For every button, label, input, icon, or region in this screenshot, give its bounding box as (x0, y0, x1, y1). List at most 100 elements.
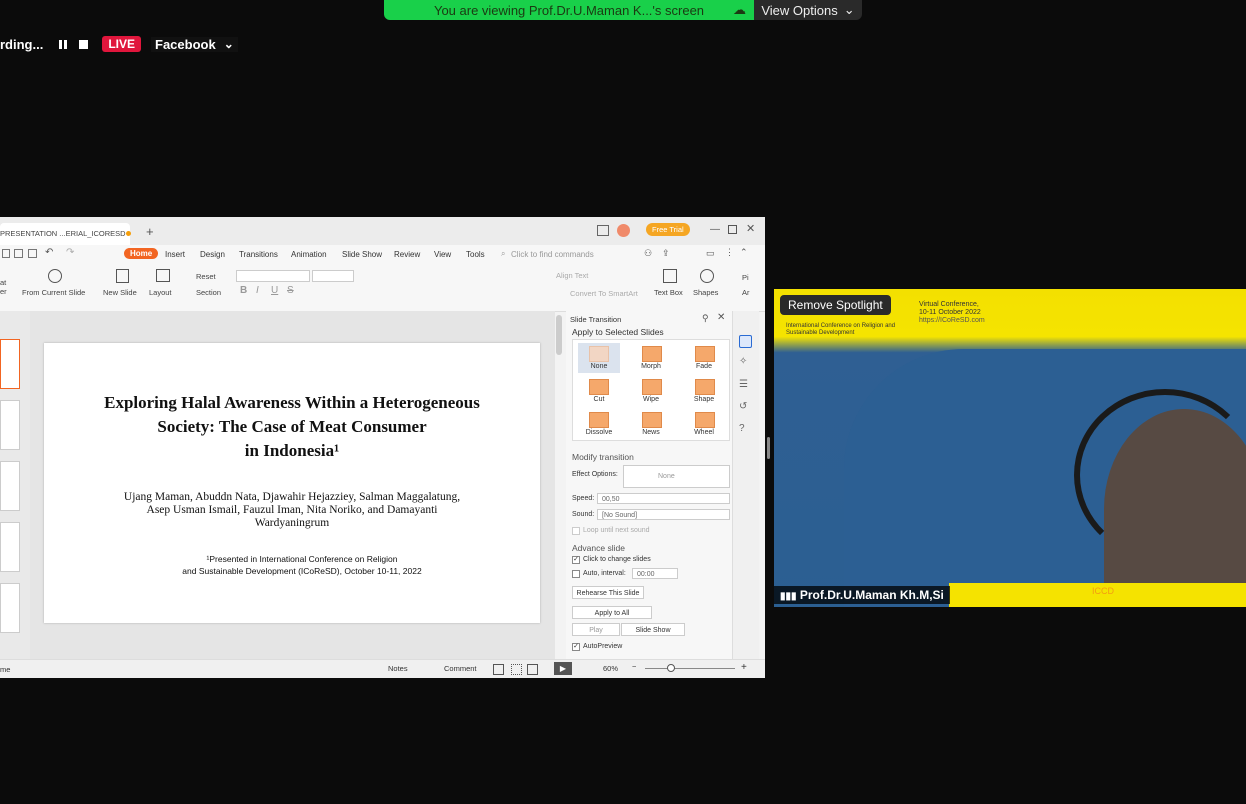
zoom-level[interactable]: 60% (603, 664, 618, 673)
play-slideshow-icon[interactable]: ▶ (554, 662, 572, 675)
reset-button[interactable]: Reset (196, 272, 216, 281)
pause-icon[interactable] (59, 39, 68, 49)
transition-wipe-tile[interactable] (642, 379, 662, 395)
text-box-icon[interactable] (663, 269, 677, 283)
new-tab-icon[interactable]: + (146, 224, 154, 239)
tab-home[interactable]: Home (124, 248, 159, 259)
new-slide-icon[interactable] (116, 269, 129, 283)
stop-icon[interactable] (79, 39, 89, 49)
slide-show-button[interactable]: Slide Show (621, 623, 685, 636)
notes-button[interactable]: Notes (388, 664, 408, 673)
panel-header[interactable]: Slide Transition (570, 315, 621, 324)
transition-none-tile[interactable] (589, 346, 609, 362)
slide[interactable]: Exploring Halal Awareness Within a Heter… (44, 343, 540, 623)
transition-dissolve-tile[interactable] (589, 412, 609, 428)
tab-tools[interactable]: Tools (466, 250, 485, 259)
sorter-view-icon[interactable] (511, 664, 522, 675)
transition-panel-icon[interactable] (739, 335, 752, 348)
transition-fade-tile[interactable] (695, 346, 715, 362)
canvas-scrollbar[interactable] (556, 315, 562, 355)
tab-slide-show[interactable]: Slide Show (342, 250, 382, 259)
italic-icon[interactable]: I (256, 285, 259, 296)
view-options-button[interactable]: View Options ⌄ (754, 0, 862, 20)
auto-interval-checkbox[interactable] (572, 570, 580, 578)
font-name-field[interactable] (236, 270, 310, 282)
strikethrough-icon[interactable]: S (287, 285, 294, 296)
stream-destination-button[interactable]: Facebook ⌄ (151, 36, 238, 52)
zoom-out-icon[interactable]: − (632, 662, 636, 671)
transition-news-tile[interactable] (642, 412, 662, 428)
slide-thumbnail[interactable] (0, 400, 20, 450)
animation-icon[interactable]: ✧ (739, 356, 747, 367)
remove-spotlight-button[interactable]: Remove Spotlight (780, 295, 891, 315)
section-button[interactable]: Section (196, 288, 221, 297)
new-slide-button[interactable]: New Slide (103, 288, 137, 297)
comment-icon[interactable]: ▭ (706, 248, 715, 259)
close-icon[interactable]: ✕ (746, 222, 755, 235)
normal-view-icon[interactable] (493, 664, 504, 675)
rehearse-button[interactable]: Rehearse This Slide (572, 586, 644, 599)
slide-thumbnail[interactable] (0, 583, 20, 633)
play-button[interactable]: Play (572, 623, 620, 636)
layout-icon[interactable] (156, 269, 170, 282)
layout-icon[interactable] (597, 225, 609, 236)
shapes-button[interactable]: Shapes (693, 288, 718, 297)
collapse-ribbon-icon[interactable]: ⌃ (740, 247, 748, 258)
click-change-checkbox[interactable]: ✓ (572, 556, 580, 564)
close-panel-icon[interactable]: ✕ (717, 312, 725, 323)
maximize-icon[interactable] (728, 225, 737, 234)
sound-select[interactable]: [No Sound] (597, 509, 730, 520)
reading-view-icon[interactable] (527, 664, 538, 675)
text-box-button[interactable]: Text Box (654, 288, 683, 297)
document-tab[interactable]: PRESENTATION ...ERIAL_ICORESD (0, 223, 131, 245)
loop-sound-checkbox[interactable] (572, 527, 580, 535)
tab-design[interactable]: Design (200, 250, 225, 259)
interval-input[interactable]: 00:00 (632, 568, 678, 579)
history-icon[interactable]: ↺ (739, 401, 747, 412)
collaborate-icon[interactable]: ⚇ (644, 248, 652, 259)
autopreview-checkbox[interactable]: ✓ (572, 643, 580, 651)
transition-wheel-tile[interactable] (695, 412, 715, 428)
zoom-slider[interactable] (645, 668, 735, 669)
avatar[interactable] (617, 224, 630, 237)
slide-thumbnail[interactable] (0, 522, 20, 572)
pin-icon[interactable]: ⚲ (702, 313, 709, 324)
preview-icon[interactable] (28, 249, 37, 258)
tab-transitions[interactable]: Transitions (239, 250, 278, 259)
tab-view[interactable]: View (434, 250, 451, 259)
transition-morph-tile[interactable] (642, 346, 662, 362)
bold-icon[interactable]: B (240, 285, 247, 296)
play-from-current-icon[interactable] (48, 269, 62, 283)
undo-icon[interactable]: ↶ (45, 247, 53, 258)
zoom-slider-handle[interactable] (667, 664, 675, 672)
shapes-icon[interactable] (700, 269, 714, 283)
transition-shape-tile[interactable] (695, 379, 715, 395)
layout-button[interactable]: Layout (149, 288, 172, 297)
transition-cut-tile[interactable] (589, 379, 609, 395)
redo-icon[interactable]: ↷ (66, 247, 74, 258)
settings-sliders-icon[interactable]: ☰ (739, 379, 748, 390)
align-text-button[interactable]: Align Text (556, 271, 588, 280)
tab-insert[interactable]: Insert (165, 250, 185, 259)
file-icon[interactable] (2, 249, 10, 258)
effect-options-select[interactable]: None (623, 465, 730, 488)
slide-thumbnail[interactable] (0, 339, 20, 389)
convert-smartart-button[interactable]: Convert To SmartArt (570, 289, 638, 298)
comment-button[interactable]: Comment (444, 664, 477, 673)
command-search-input[interactable]: Click to find commands (511, 250, 594, 259)
minimize-icon[interactable]: — (710, 224, 720, 235)
underline-icon[interactable]: U (271, 285, 278, 296)
more-icon[interactable]: ⋮ (725, 247, 734, 258)
from-current-slide-button[interactable]: From Current Slide (22, 288, 85, 297)
tab-review[interactable]: Review (394, 250, 420, 259)
free-trial-button[interactable]: Free Trial (646, 223, 690, 236)
split-handle[interactable] (767, 437, 770, 459)
share-icon[interactable]: ⇪ (662, 248, 670, 259)
help-icon[interactable]: ? (739, 423, 745, 434)
apply-to-all-button[interactable]: Apply to All (572, 606, 652, 619)
speed-input[interactable]: 00,50 (597, 493, 730, 504)
slide-thumbnail[interactable] (0, 461, 20, 511)
print-icon[interactable] (14, 249, 23, 258)
tab-animation[interactable]: Animation (291, 250, 327, 259)
zoom-in-icon[interactable]: + (741, 662, 747, 673)
